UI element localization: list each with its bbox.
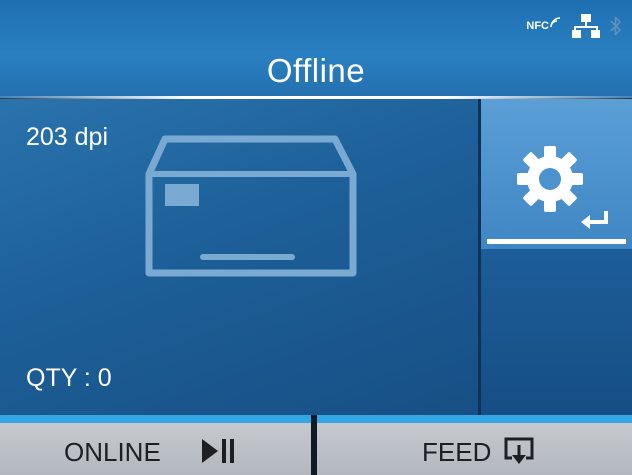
empty-tile <box>481 249 632 415</box>
online-button[interactable]: ONLINE <box>0 415 311 475</box>
gear-icon <box>517 146 583 212</box>
footer-bar: ONLINE FEED <box>0 415 632 475</box>
printer-display: NFC Offline 203 dpi QTY: 0 ONLINE FEED <box>0 0 632 475</box>
online-button-label: ONLINE <box>64 437 161 467</box>
network-icon <box>572 14 600 38</box>
nfc-icon: NFC <box>526 17 562 32</box>
feed-button[interactable]: FEED <box>317 415 632 475</box>
selection-underline <box>487 239 626 244</box>
settings-button[interactable] <box>481 99 632 249</box>
page-title: Offline <box>266 52 366 89</box>
nfc-label: NFC <box>526 20 549 32</box>
quantity-label: QTY : 0 <box>26 364 112 392</box>
printer-status-panel: 203 dpi QTY : 0 <box>0 99 481 415</box>
main-area: 203 dpi QTY : 0 <box>0 99 632 415</box>
resolution-label: 203 dpi <box>26 123 109 151</box>
header-bar: NFC Offline <box>0 0 632 99</box>
printer-icon <box>145 135 357 277</box>
bluetooth-icon <box>610 16 621 36</box>
feed-icon <box>504 437 534 464</box>
status-icons: NFC <box>526 14 622 38</box>
feed-button-label: FEED <box>422 437 492 467</box>
enter-icon <box>581 211 608 229</box>
play-pause-icon <box>202 439 234 463</box>
